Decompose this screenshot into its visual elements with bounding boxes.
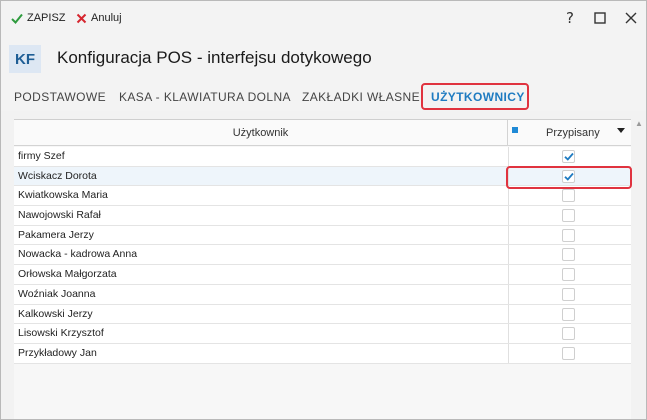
dropdown-arrow-icon[interactable] — [617, 128, 625, 133]
tab-podstawowe[interactable]: PODSTAWOWE — [14, 90, 106, 104]
table-row[interactable]: Orłowska Małgorzata — [14, 265, 631, 285]
cell-divider — [508, 304, 509, 324]
close-x-icon — [76, 13, 87, 23]
toolbar: ZAPISZ Anuluj ? — [1, 1, 646, 35]
module-badge: KF — [9, 45, 41, 73]
select-all-square-icon[interactable] — [512, 127, 518, 133]
help-button[interactable]: ? — [559, 8, 581, 28]
cell-divider — [508, 186, 509, 206]
save-label: ZAPISZ — [27, 12, 66, 24]
user-name-cell: Orłowska Małgorzata — [18, 268, 117, 281]
maximize-icon — [594, 12, 606, 24]
user-name-cell: Pakamera Jerzy — [18, 228, 94, 241]
row-highlight-frame — [506, 166, 632, 189]
scroll-up-icon[interactable]: ▲ — [635, 119, 645, 129]
assigned-checkbox[interactable] — [562, 307, 575, 321]
table-row[interactable]: Nowacka - kadrowa Anna — [14, 245, 631, 266]
tab-zakladki-wlasne[interactable]: ZAKŁADKI WŁASNE — [302, 90, 420, 104]
column-header-assigned[interactable]: Przypisany — [508, 120, 631, 146]
assigned-checkbox[interactable] — [562, 268, 575, 282]
column-header-user[interactable]: Użytkownik — [14, 120, 508, 146]
checkmark-icon — [563, 152, 574, 161]
page-title: Konfiguracja POS - interfejsu dotykowego — [57, 48, 372, 67]
grid-header: Użytkownik Przypisany — [14, 120, 631, 146]
table-row[interactable]: Przykładowy Jan — [14, 343, 631, 364]
assigned-checkbox[interactable] — [562, 209, 575, 223]
users-grid: Użytkownik Przypisany firmy Szef Wciskacz… — [14, 119, 631, 419]
tab-kasa-klawiatura-dolna[interactable]: KASA - KLAWIATURA DOLNA — [119, 90, 291, 104]
assigned-checkbox[interactable] — [562, 346, 575, 360]
user-name-cell: Lisowski Krzysztof — [18, 327, 104, 340]
cell-divider — [508, 225, 509, 245]
table-row[interactable]: Kwiatkowska Maria — [14, 186, 631, 207]
user-name-cell: firmy Szef — [18, 150, 65, 162]
assigned-checkbox[interactable] — [562, 248, 575, 262]
user-name-cell: Kalkowski Jerzy — [18, 307, 93, 320]
cell-divider — [508, 245, 509, 265]
table-row[interactable]: Kalkowski Jerzy — [14, 304, 631, 325]
header: KF Konfiguracja POS - interfejsu dotykow… — [1, 35, 646, 81]
assigned-checkbox[interactable] — [562, 287, 575, 301]
cell-divider — [508, 343, 509, 363]
cell-divider — [508, 284, 509, 304]
config-window: ZAPISZ Anuluj ? KF Konfiguracja POS - in… — [0, 0, 647, 420]
table-row[interactable]: Woźniak Joanna — [14, 284, 631, 305]
user-name-cell: Nowacka - kadrowa Anna — [18, 248, 138, 261]
table-row[interactable]: firmy Szef — [14, 147, 631, 167]
check-icon — [11, 13, 23, 24]
user-name-cell: Kwiatkowska Maria — [18, 189, 108, 202]
table-row[interactable]: Lisowski Krzysztof — [14, 324, 631, 344]
column-header-assigned-label: Przypisany — [546, 127, 600, 139]
tab-highlight-frame — [421, 83, 529, 110]
table-row[interactable]: Pakamera Jerzy — [14, 225, 631, 246]
cell-divider — [508, 324, 509, 343]
save-button[interactable]: ZAPISZ — [11, 10, 66, 26]
user-name-cell: Przykładowy Jan — [18, 346, 97, 359]
tab-bar: PODSTAWOWE KASA - KLAWIATURA DOLNA ZAKŁA… — [1, 81, 646, 111]
assigned-checkbox[interactable] — [562, 150, 575, 163]
cell-divider — [508, 265, 509, 284]
close-button[interactable] — [620, 8, 642, 28]
assigned-checkbox[interactable] — [562, 189, 575, 203]
help-icon: ? — [566, 9, 574, 27]
cell-divider — [508, 206, 509, 225]
cancel-button[interactable]: Anuluj — [76, 10, 122, 26]
close-icon — [625, 12, 637, 24]
assigned-checkbox[interactable] — [562, 228, 575, 242]
maximize-button[interactable] — [589, 8, 611, 28]
cancel-label: Anuluj — [91, 12, 122, 24]
table-row[interactable]: Nawojowski Rafał — [14, 206, 631, 226]
cell-divider — [508, 147, 509, 166]
user-name-cell: Woźniak Joanna — [18, 287, 96, 300]
column-header-user-label: Użytkownik — [232, 127, 289, 139]
assigned-checkbox[interactable] — [562, 327, 575, 341]
user-name-cell: Nawojowski Rafał — [18, 209, 101, 222]
user-name-cell: Wciskacz Dorota — [18, 169, 97, 182]
